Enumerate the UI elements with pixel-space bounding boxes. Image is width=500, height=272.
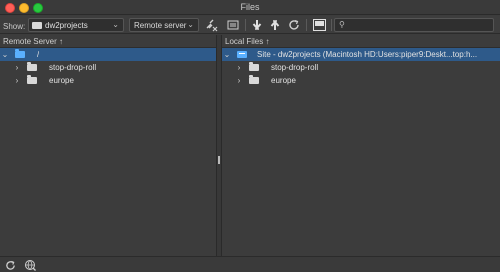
expand-panel-button[interactable] bbox=[312, 18, 326, 32]
sort-ascending-icon: ↑ bbox=[265, 37, 270, 46]
splitter-grip[interactable] bbox=[218, 156, 220, 164]
tree-row-folder[interactable]: › stop-drop-roll bbox=[0, 61, 216, 74]
tree-row-label: europe bbox=[271, 76, 296, 85]
toolbar-separator bbox=[306, 19, 307, 31]
tree-row-label: / bbox=[37, 50, 40, 59]
expand-icon bbox=[312, 19, 326, 31]
refresh-icon bbox=[5, 260, 15, 270]
refresh-status-button[interactable] bbox=[4, 259, 16, 271]
title-bar: Files bbox=[0, 0, 500, 15]
local-panel-title: Local Files bbox=[225, 37, 264, 46]
globe-icon bbox=[25, 260, 36, 271]
site-icon bbox=[237, 51, 247, 58]
remote-panel-title: Remote Server bbox=[3, 37, 57, 46]
show-label: Show: bbox=[3, 21, 26, 31]
refresh-button[interactable] bbox=[287, 18, 301, 32]
sync-button[interactable] bbox=[226, 18, 240, 32]
server-select-value: Remote server bbox=[134, 20, 187, 30]
remote-panel-header[interactable]: Remote Server ↑ bbox=[0, 35, 216, 48]
chevron-right-icon[interactable]: › bbox=[12, 74, 22, 87]
get-icon bbox=[252, 20, 262, 30]
get-button[interactable] bbox=[250, 18, 264, 32]
window-title: Files bbox=[240, 2, 260, 12]
chevron-right-icon[interactable]: › bbox=[234, 61, 244, 74]
site-select-value: dw2projects bbox=[45, 20, 88, 30]
site-icon bbox=[32, 21, 42, 29]
chevron-down-icon: ⌄ bbox=[187, 20, 194, 29]
globe-button[interactable] bbox=[24, 259, 36, 271]
chevron-down-icon[interactable]: ⌄ bbox=[222, 48, 232, 61]
tree-row-label: europe bbox=[49, 76, 74, 85]
folder-icon bbox=[249, 75, 259, 84]
disconnect-button[interactable] bbox=[204, 18, 218, 32]
chevron-right-icon[interactable]: › bbox=[12, 61, 22, 74]
search-icon: ⚲ bbox=[339, 20, 345, 29]
chevron-down-icon[interactable]: ⌄ bbox=[0, 48, 10, 61]
put-button[interactable] bbox=[268, 18, 282, 32]
tree-row-folder[interactable]: › stop-drop-roll bbox=[222, 61, 500, 74]
chevron-right-icon[interactable]: › bbox=[234, 74, 244, 87]
folder-icon bbox=[249, 62, 259, 71]
tree-row-label: stop-drop-roll bbox=[271, 63, 319, 72]
status-bar bbox=[0, 256, 500, 272]
put-icon bbox=[270, 20, 280, 30]
chevron-down-icon: ⌄ bbox=[112, 20, 119, 29]
search-input[interactable]: ⚲ bbox=[334, 18, 494, 32]
sort-ascending-icon: ↑ bbox=[59, 37, 64, 46]
sync-icon bbox=[227, 20, 239, 30]
tree-row-folder[interactable]: › europe bbox=[222, 74, 500, 87]
folder-icon bbox=[27, 62, 37, 71]
site-select[interactable]: dw2projects ⌄ bbox=[28, 18, 124, 32]
tree-row-label: Site - dw2projects (Macintosh HD:Users:p… bbox=[257, 50, 478, 59]
remote-server-panel: Remote Server ↑ ⌄ / › stop-drop-roll › e… bbox=[0, 35, 216, 256]
tree-row-folder[interactable]: › europe bbox=[0, 74, 216, 87]
toolbar-separator bbox=[245, 19, 246, 31]
server-select[interactable]: Remote server ⌄ bbox=[129, 18, 199, 32]
disconnect-icon bbox=[206, 19, 217, 31]
toolbar: Show: dw2projects ⌄ Remote server ⌄ ⚲ bbox=[0, 16, 500, 34]
toolbar-separator bbox=[331, 19, 332, 31]
folder-open-icon bbox=[15, 49, 25, 58]
local-panel-header[interactable]: Local Files ↑ bbox=[222, 35, 500, 48]
local-files-panel: Local Files ↑ ⌄ Site - dw2projects (Maci… bbox=[222, 35, 500, 256]
folder-icon bbox=[27, 75, 37, 84]
tree-row-root[interactable]: ⌄ / bbox=[0, 48, 216, 61]
tree-row-site[interactable]: ⌄ Site - dw2projects (Macintosh HD:Users… bbox=[222, 48, 500, 61]
refresh-icon bbox=[289, 19, 299, 30]
tree-row-label: stop-drop-roll bbox=[49, 63, 97, 72]
